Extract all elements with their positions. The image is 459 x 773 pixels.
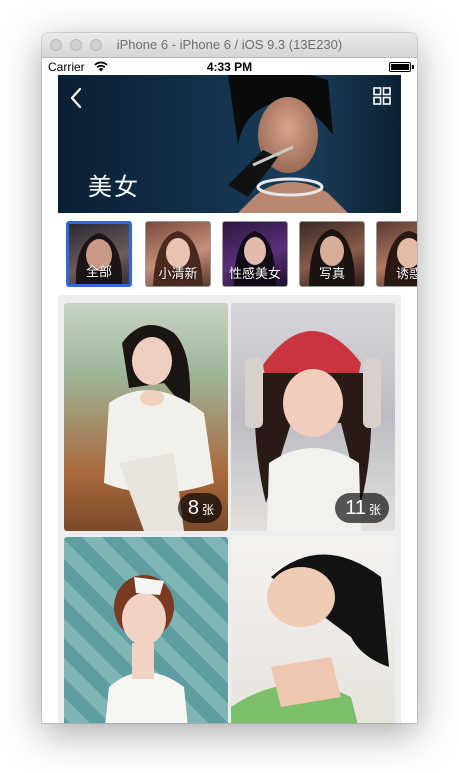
photo-count-unit: 张 (201, 503, 214, 517)
photo-count: 8 (187, 497, 199, 519)
banner-model-image (228, 75, 348, 213)
category-label: 小清新 (158, 266, 198, 281)
category-label: 性感美女 (228, 266, 281, 281)
gallery-card[interactable]: 8 张 (64, 303, 228, 531)
simulator-titlebar: iPhone 6 - iPhone 6 / iOS 9.3 (13E230) (42, 33, 417, 58)
simulator-window: iPhone 6 - iPhone 6 / iOS 9.3 (13E230) C… (42, 33, 417, 723)
category-item-allure[interactable]: 诱惑 (376, 221, 417, 287)
gallery-photo (105, 575, 188, 723)
gallery-card[interactable]: 11 张 (231, 303, 395, 531)
grid-view-icon[interactable] (373, 87, 391, 105)
header-banner: 美女 (58, 75, 401, 213)
photo-count-unit: 张 (368, 503, 381, 517)
category-label: 写真 (318, 266, 345, 281)
photo-count-badge: 11 张 (335, 493, 389, 523)
battery-cap (412, 65, 414, 69)
photo-gallery[interactable]: 8 张 11 张 (58, 295, 401, 723)
category-label: 全部 (85, 264, 112, 279)
category-item-sexy[interactable]: 性感美女 (222, 221, 288, 287)
gallery-photo (231, 554, 389, 723)
photo-count-badge: 8 张 (177, 493, 222, 523)
back-chevron-icon[interactable] (68, 87, 84, 109)
category-item-all[interactable]: 全部 (66, 221, 132, 287)
gallery-card[interactable] (64, 537, 228, 723)
simulator-title: iPhone 6 - iPhone 6 / iOS 9.3 (13E230) (116, 37, 343, 52)
photo-count: 11 (345, 497, 366, 519)
category-strip[interactable]: 全部 小清新 性感美女 写真 诱 (58, 221, 417, 291)
status-bar: Carrier 4:33 PM (42, 58, 417, 76)
app-screen: 美女 全部 小清新 性感美女 写真 诱 8 张 11 张 (42, 75, 417, 723)
category-label: 诱惑 (395, 266, 417, 281)
gallery-card[interactable] (231, 537, 395, 723)
status-time: 4:33 PM (206, 60, 253, 74)
battery-icon (389, 62, 411, 72)
banner-title: 美女 (88, 174, 140, 201)
category-item-photo[interactable]: 写真 (299, 221, 365, 287)
category-item-fresh[interactable]: 小清新 (145, 221, 211, 287)
